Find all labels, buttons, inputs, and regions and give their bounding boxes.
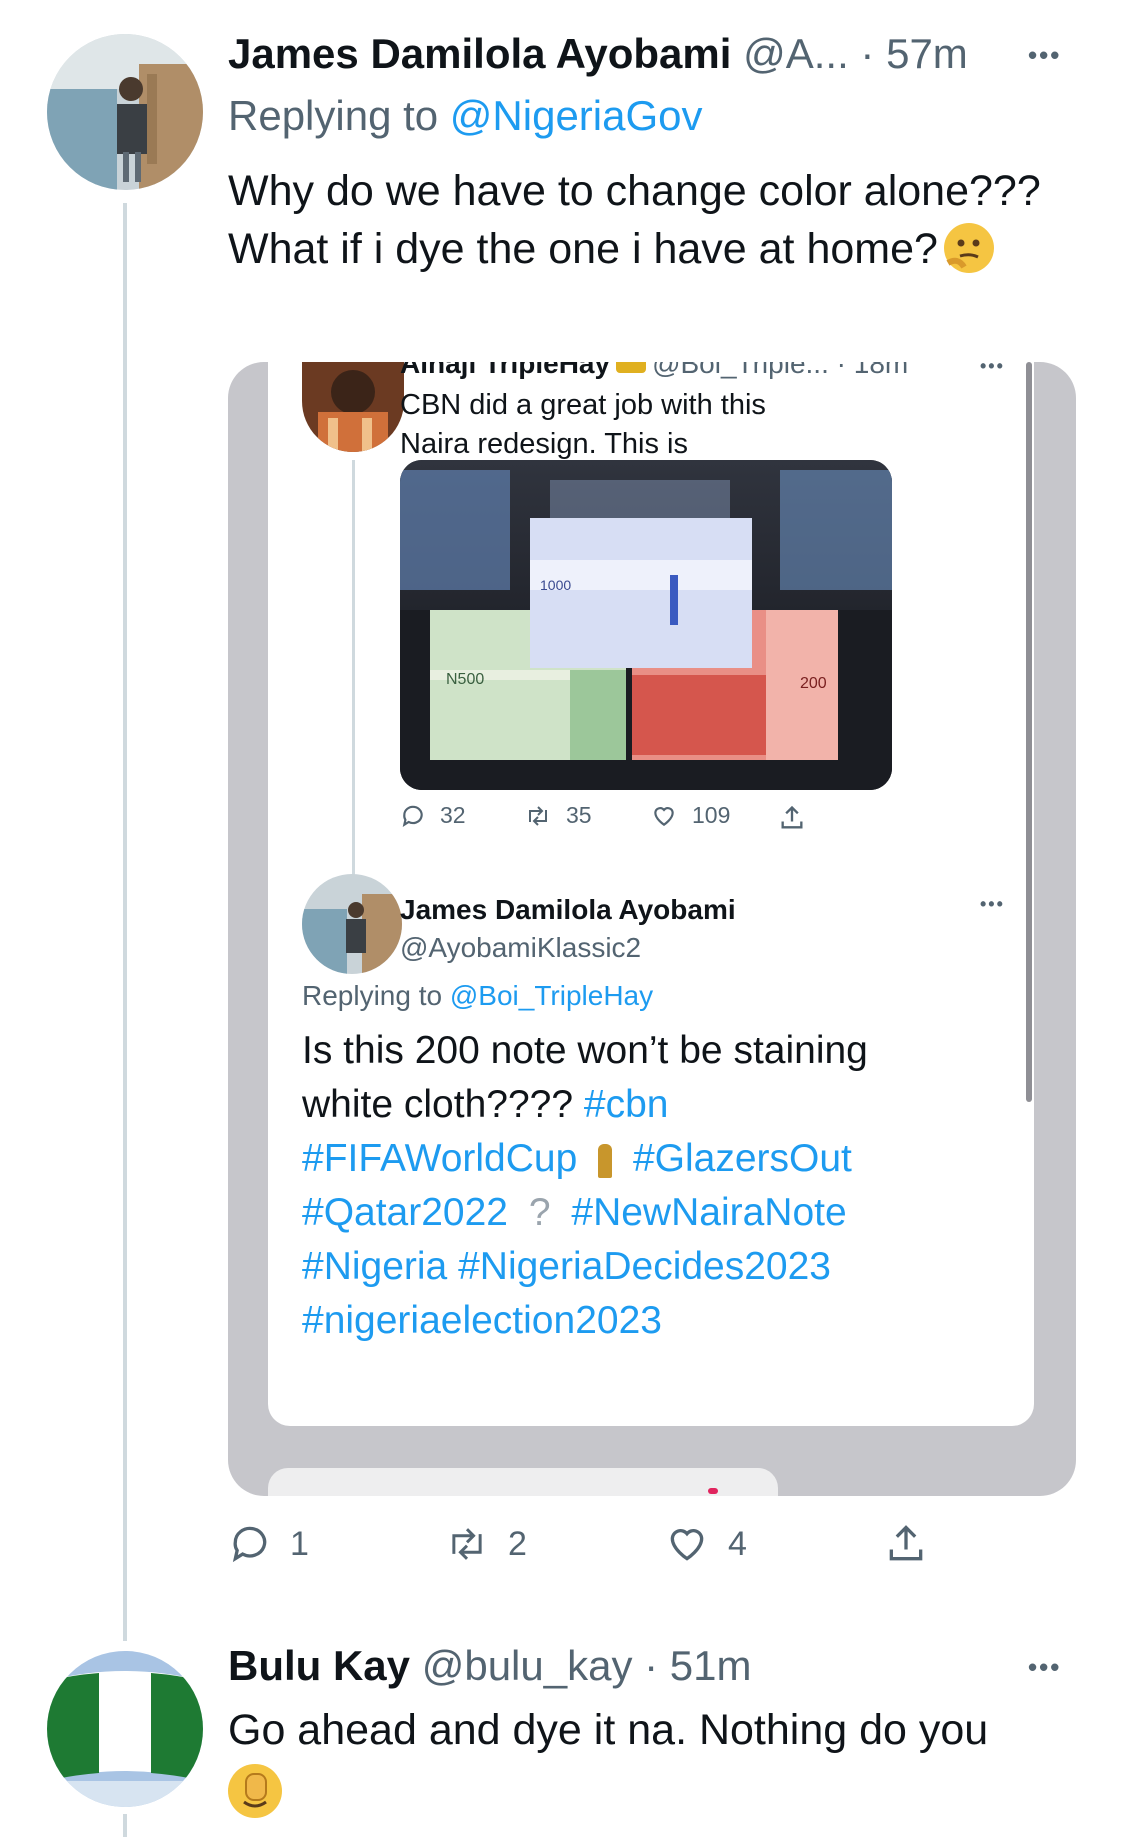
screenshot-replying-label: Replying to: [302, 980, 443, 1011]
tweet2-text: Go ahead and dye it na. Nothing do you: [228, 1701, 1088, 1818]
tweet2-more-options-icon[interactable]: •••: [1028, 1652, 1061, 1683]
note-n200-label: 200: [800, 675, 827, 692]
tweet-header: James Damilola Ayobami @A... · 57m: [228, 30, 968, 78]
note-n500-label: N500: [446, 671, 484, 688]
thread-line: [123, 203, 127, 1641]
screenshot-reply-line5: #Nigeria #NigeriaDecides2023: [302, 1240, 1022, 1294]
trophy-emoji: [598, 1143, 613, 1178]
hashtag-nigeriadecides2023: #NigeriaDecides2023: [458, 1245, 831, 1288]
tweet-text-content: Why do we have to change color alone??? …: [228, 167, 1041, 273]
screenshot-retweet-icon: [529, 805, 547, 826]
screenshot-original-time: 18m: [853, 362, 909, 379]
screenshot-tweet-card: Alhaji TripleHay @Boi_Triple... · 18m •••…: [268, 362, 1034, 1426]
avatar-james-image: [47, 34, 203, 190]
hashtag-newnairanote: #NewNairaNote: [571, 1191, 847, 1234]
screenshot-like-action: 109: [650, 802, 730, 829]
replying-to: Replying to @NigeriaGov: [228, 92, 703, 140]
like-count: 4: [728, 1524, 747, 1563]
screenshot-reply-name: James Damilola Ayobami: [400, 894, 736, 925]
separator-dot: ·: [848, 30, 887, 77]
screenshot-heart-icon: [654, 806, 674, 826]
author-handle[interactable]: @A...: [743, 30, 849, 77]
tweet2-author-handle[interactable]: @bulu_kay: [422, 1642, 633, 1689]
screenshot-avatar-james: [302, 874, 402, 974]
reply-button[interactable]: 1: [228, 1522, 309, 1566]
nigeria-flag-avatar: [47, 1651, 203, 1807]
screenshot-thread-line: [352, 460, 355, 880]
thread-line-bottom: [123, 1814, 127, 1837]
hashtag-nigeria: #Nigeria: [302, 1245, 448, 1288]
screenshot-like-count: 109: [692, 802, 731, 828]
thinking-face-emoji: [943, 222, 994, 273]
screenshot-bottom-sheet: [268, 1468, 778, 1496]
share-button[interactable]: [884, 1522, 928, 1571]
screenshot-reply-more-icon: •••: [980, 894, 1005, 914]
screenshot-avatar-triplehay: [302, 362, 404, 452]
naira-notes-photo: N500 1000 200: [400, 460, 892, 790]
author-name[interactable]: James Damilola Ayobami: [228, 30, 731, 77]
avatar-bulu-kay[interactable]: [47, 1651, 203, 1807]
screenshot-retweet-action: 35: [524, 802, 592, 829]
question-emoji: ?: [528, 1191, 551, 1234]
tweet2-header: Bulu Kay @bulu_kay · 51m: [228, 1642, 752, 1690]
screenshot-reply-icon: [402, 805, 423, 827]
hashtag-glazersout: #GlazersOut: [632, 1137, 852, 1180]
tweet2-author-name[interactable]: Bulu Kay: [228, 1642, 410, 1689]
attached-screenshot[interactable]: Alhaji TripleHay @Boi_Triple... · 18m •••…: [228, 362, 1076, 1496]
screenshot-original-name: Alhaji TripleHay: [400, 362, 611, 379]
screenshot-dot: ·: [828, 362, 854, 379]
screenshot-retweet-count: 35: [566, 802, 592, 828]
screenshot-reply-line6: #nigeriaelection2023: [302, 1294, 1022, 1348]
avatar-james[interactable]: [47, 34, 203, 190]
tweet2-text-content: Go ahead and dye it na. Nothing do you: [228, 1706, 989, 1754]
tweet-text: Why do we have to change color alone??? …: [228, 162, 1068, 278]
retweet-button[interactable]: 2: [444, 1522, 527, 1566]
screenshot-reply-line1: Is this 200 note won’t be staining: [302, 1029, 868, 1072]
reply-count: 1: [290, 1524, 309, 1563]
facepalm-emoji: [228, 1763, 282, 1818]
screenshot-reply-handle: @AyobamiKlassic2: [400, 932, 642, 963]
hashtag-cbn: #cbn: [583, 1083, 669, 1126]
screenshot-reply-count: 32: [440, 802, 466, 828]
screenshot-red-dot: [708, 1488, 718, 1494]
reply-icon: [232, 1526, 267, 1563]
screenshot-reply-line2-text: white cloth????: [302, 1083, 574, 1126]
hashtag-fifaworldcup: #FIFAWorldCup: [302, 1137, 578, 1180]
screenshot-scrollbar: [1026, 362, 1032, 1102]
screenshot-original-handle: @Boi_Triple...: [652, 362, 829, 379]
screenshot-reply-line3: #FIFAWorldCup #GlazersOut: [302, 1132, 1022, 1186]
screenshot-share-icon: [778, 804, 806, 837]
tweet-time[interactable]: 57m: [886, 30, 968, 77]
more-options-icon[interactable]: •••: [1028, 40, 1061, 71]
replying-label: Replying to: [228, 92, 439, 139]
screenshot-reply-text: Is this 200 note won’t be staining white…: [302, 1024, 1022, 1348]
screenshot-reply-action: 32: [400, 802, 466, 829]
screenshot-reply-line2: white cloth???? #cbn: [302, 1078, 1022, 1132]
tweet2-time[interactable]: 51m: [670, 1642, 752, 1689]
screenshot-original-header: Alhaji TripleHay @Boi_Triple... · 18m: [400, 362, 908, 380]
retweet-icon: [452, 1528, 482, 1560]
note-n1000-label: 1000: [540, 577, 571, 593]
hashtag-nigeriaelection2023: #nigeriaelection2023: [302, 1299, 662, 1342]
screenshot-reply-line4: #Qatar2022 ? #NewNairaNote: [302, 1186, 1022, 1240]
screenshot-replying-handle: @Boi_TripleHay: [449, 980, 654, 1011]
screenshot-more-icon: •••: [980, 362, 1005, 376]
tweet2-separator-dot: ·: [632, 1642, 670, 1689]
hashtag-qatar2022: #Qatar2022: [302, 1191, 508, 1234]
crown-emoji: [616, 362, 647, 373]
retweet-count: 2: [508, 1524, 527, 1563]
replying-handle-link[interactable]: @NigeriaGov: [450, 92, 703, 139]
screenshot-replying-to: Replying to @Boi_TripleHay: [302, 980, 653, 1012]
like-button[interactable]: 4: [664, 1522, 747, 1566]
share-icon: [889, 1525, 923, 1561]
heart-icon: [670, 1529, 704, 1561]
